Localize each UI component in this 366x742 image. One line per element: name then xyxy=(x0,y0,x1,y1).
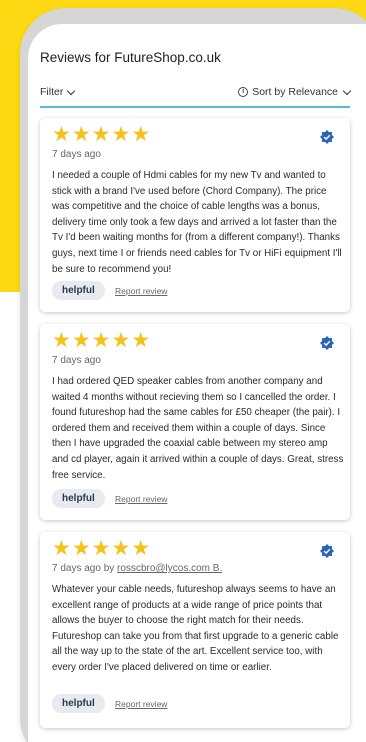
helpful-button[interactable]: helpful xyxy=(52,489,105,508)
star-icon: ★ xyxy=(111,329,131,352)
report-review-link[interactable]: Report review xyxy=(115,494,167,504)
review-date: 7 days ago by rosscbro@lycos.com B. xyxy=(52,563,222,574)
sort-button[interactable]: i Sort by Relevance xyxy=(238,86,352,98)
star-rating: ★ ★ ★ ★ ★ xyxy=(52,330,150,352)
star-rating: ★ ★ ★ ★ ★ xyxy=(52,538,150,560)
star-icon: ★ xyxy=(71,329,91,352)
star-icon: ★ xyxy=(91,123,111,146)
star-icon: ★ xyxy=(131,329,151,352)
review-date-text: 7 days ago by xyxy=(52,563,115,574)
review-author-link[interactable]: rosscbro@lycos.com B. xyxy=(117,563,222,574)
star-icon: ★ xyxy=(71,123,91,146)
verified-badge-icon xyxy=(320,544,334,558)
chevron-down-icon xyxy=(67,86,76,95)
review-card: ★ ★ ★ ★ ★ 7 days ago I needed a couple o… xyxy=(40,118,350,312)
reviews-screen: Reviews for FutureShop.co.uk Filter i So… xyxy=(28,24,366,742)
helpful-button[interactable]: helpful xyxy=(52,281,105,300)
star-icon: ★ xyxy=(111,123,131,146)
info-icon: i xyxy=(238,87,249,97)
star-rating: ★ ★ ★ ★ ★ xyxy=(52,124,150,146)
review-card: ★ ★ ★ ★ ★ 7 days ago by rosscbro@lycos.c… xyxy=(40,532,350,728)
review-text: Whatever your cable needs, futureshop al… xyxy=(52,584,339,673)
sort-label: Sort by Relevance xyxy=(252,86,338,98)
review-text: I needed a couple of Hdmi cables for my … xyxy=(52,170,342,275)
star-icon: ★ xyxy=(91,537,111,560)
filter-label: Filter xyxy=(40,86,64,98)
review-text: I had ordered QED speaker cables from an… xyxy=(52,376,344,481)
star-icon: ★ xyxy=(91,329,111,352)
star-icon: ★ xyxy=(52,123,71,146)
page-title: Reviews for FutureShop.co.uk xyxy=(40,50,221,65)
star-icon: ★ xyxy=(71,537,91,560)
star-icon: ★ xyxy=(52,537,71,560)
report-review-link[interactable]: Report review xyxy=(115,286,167,296)
review-card: ★ ★ ★ ★ ★ 7 days ago I had ordered QED s… xyxy=(40,324,350,520)
helpful-button[interactable]: helpful xyxy=(52,694,105,713)
chevron-down-icon xyxy=(342,86,352,95)
report-review-link[interactable]: Report review xyxy=(115,699,167,709)
filter-sort-bar: Filter i Sort by Relevance xyxy=(40,84,352,108)
review-date: 7 days ago xyxy=(52,355,101,366)
star-icon: ★ xyxy=(131,537,151,560)
star-icon: ★ xyxy=(111,537,131,560)
filter-button[interactable]: Filter xyxy=(40,86,76,98)
star-icon: ★ xyxy=(52,329,71,352)
verified-badge-icon xyxy=(320,130,334,144)
verified-badge-icon xyxy=(320,336,334,350)
review-date: 7 days ago xyxy=(52,149,101,160)
star-icon: ★ xyxy=(131,123,151,146)
